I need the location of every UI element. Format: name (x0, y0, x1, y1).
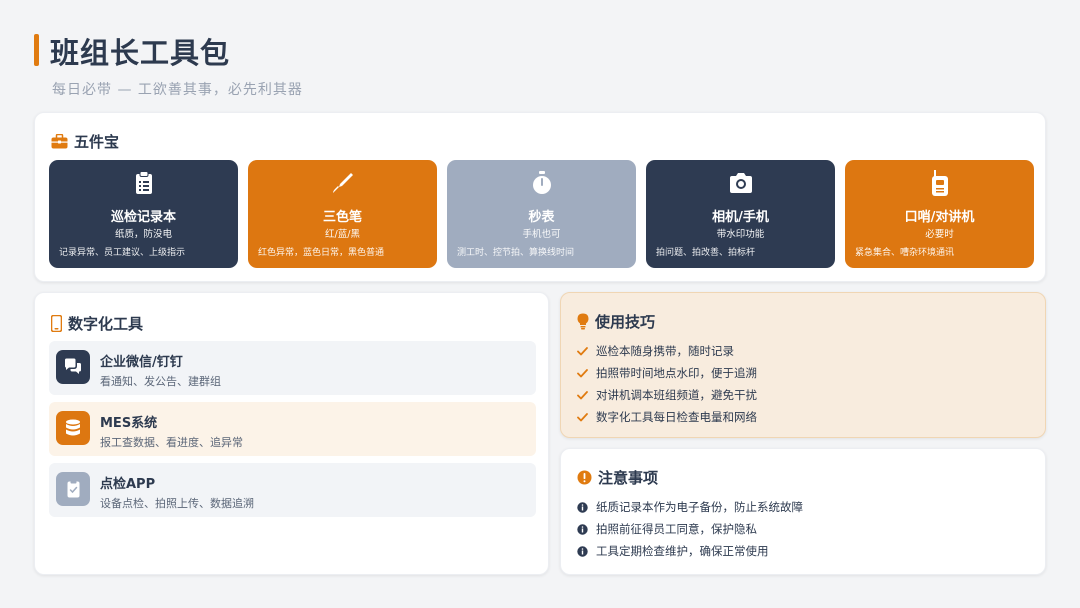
mobile-icon (51, 315, 62, 332)
tip-text: 数字化工具每日检查电量和网络 (596, 410, 757, 424)
tool-desc: 红色异常，蓝色日常，黑色普通 (258, 248, 385, 258)
digital-item-badge (56, 472, 90, 506)
tip-text: 对讲机调本班组频道，避免干扰 (596, 388, 757, 402)
notes-card: 注意事项 纸质记录本作为电子备份，防止系统故障 拍照前征得员工同意，保护隐私 工… (560, 448, 1046, 575)
digital-item-inspection-app: 点检APP 设备点检、拍照上传、数据追溯 (49, 463, 536, 517)
warning-icon (577, 470, 592, 485)
walkie-talkie-icon (931, 170, 949, 196)
tool-desc: 记录异常、员工建议、上级指示 (59, 248, 186, 258)
tool-sub: 带水印功能 (716, 229, 765, 240)
tool-name: 巡检记录本 (110, 210, 176, 225)
five-tools-title: 五件宝 (51, 131, 119, 152)
digital-tools-title-text: 数字化工具 (68, 315, 144, 333)
info-icon (577, 501, 588, 513)
clipboard-icon (135, 170, 153, 196)
tip-item: 拍照带时间地点水印，便于追溯 (577, 365, 757, 381)
tip-item: 巡检本随身携带，随时记录 (577, 343, 734, 359)
digital-item-name: MES系统 (100, 416, 158, 431)
camera-icon (728, 170, 754, 196)
chat-icon (63, 358, 83, 376)
title-accent-bar (34, 34, 39, 66)
toolbox-icon (51, 134, 68, 149)
lightbulb-icon (577, 313, 589, 330)
tool-card-three-color-pen: 三色笔 红/蓝/黑 红色异常，蓝色日常，黑色普通 (248, 160, 437, 268)
note-text: 纸质记录本作为电子备份，防止系统故障 (596, 500, 803, 514)
note-text: 拍照前征得员工同意，保护隐私 (596, 522, 757, 536)
tool-desc: 测工时、控节拍、算换线时间 (457, 248, 575, 258)
tool-card-camera: 相机/手机 带水印功能 拍问题、拍改善、拍标杆 (646, 160, 835, 268)
tip-item: 数字化工具每日检查电量和网络 (577, 409, 757, 425)
usage-tips-title: 使用技巧 (577, 311, 655, 332)
stopwatch-icon (531, 170, 553, 196)
info-icon (577, 545, 588, 557)
tool-sub: 红/蓝/黑 (325, 229, 360, 240)
page-subtitle: 每日必带 — 工欲善其事，必先利其器 (52, 82, 303, 98)
tool-name: 三色笔 (322, 210, 362, 225)
digital-item-mes-system: MES系统 报工查数据、看进度、追异常 (49, 402, 536, 456)
usage-tips-card: 使用技巧 巡检本随身携带，随时记录 拍照带时间地点水印，便于追溯 对讲机调本班组… (560, 292, 1046, 438)
note-item: 拍照前征得员工同意，保护隐私 (577, 521, 757, 537)
notes-title: 注意事项 (577, 467, 658, 488)
five-tools-title-text: 五件宝 (74, 133, 120, 151)
digital-item-name: 点检APP (100, 477, 156, 492)
tool-sub: 纸质，防没电 (114, 229, 172, 240)
check-icon (577, 346, 588, 356)
info-icon (577, 523, 588, 535)
tip-text: 拍照带时间地点水印，便于追溯 (596, 366, 757, 380)
digital-item-desc: 报工查数据、看进度、追异常 (100, 436, 243, 449)
digital-item-desc: 看通知、发公告、建群组 (100, 375, 221, 388)
five-tools-card: 五件宝 巡检记录本 纸质，防没电 记录异常、员工建议、上级指示 三色笔 红/蓝/… (34, 112, 1046, 282)
check-icon (577, 390, 588, 400)
tool-sub: 手机也可 (522, 229, 561, 240)
digital-item-name: 企业微信/钉钉 (100, 355, 183, 370)
tool-desc: 拍问题、拍改善、拍标杆 (656, 248, 756, 258)
note-item: 工具定期检查维护，确保正常使用 (577, 543, 769, 559)
tool-card-stopwatch: 秒表 手机也可 测工时、控节拍、算换线时间 (447, 160, 636, 268)
digital-item-wecom-dingtalk: 企业微信/钉钉 看通知、发公告、建群组 (49, 341, 536, 395)
usage-tips-title-text: 使用技巧 (595, 313, 656, 331)
tool-name: 秒表 (528, 210, 555, 225)
tip-text: 巡检本随身携带，随时记录 (596, 344, 734, 358)
database-icon (65, 419, 81, 437)
digital-item-badge (56, 350, 90, 384)
pen-icon (331, 170, 355, 196)
tip-item: 对讲机调本班组频道，避免干扰 (577, 387, 757, 403)
tool-name: 相机/手机 (712, 210, 769, 225)
check-icon (577, 412, 588, 422)
note-text: 工具定期检查维护，确保正常使用 (596, 544, 769, 558)
page-title: 班组长工具包 (50, 36, 231, 70)
tool-card-whistle-walkie-talkie: 口哨/对讲机 必要时 紧急集合、嘈杂环境通讯 (845, 160, 1034, 268)
digital-item-badge (56, 411, 90, 445)
digital-tools-card: 数字化工具 企业微信/钉钉 看通知、发公告、建群组 MES系统 报工查数据、看进… (34, 292, 549, 575)
tool-sub: 必要时 (925, 229, 954, 240)
note-item: 纸质记录本作为电子备份，防止系统故障 (577, 499, 803, 515)
check-file-icon (67, 480, 80, 498)
notes-title-text: 注意事项 (598, 469, 659, 487)
tool-desc: 紧急集合、嘈杂环境通讯 (855, 248, 955, 258)
digital-tools-title: 数字化工具 (51, 313, 143, 334)
tool-card-inspection-notebook: 巡检记录本 纸质，防没电 记录异常、员工建议、上级指示 (49, 160, 238, 268)
check-icon (577, 368, 588, 378)
tool-name: 口哨/对讲机 (904, 210, 975, 225)
digital-item-desc: 设备点检、拍照上传、数据追溯 (100, 497, 254, 510)
